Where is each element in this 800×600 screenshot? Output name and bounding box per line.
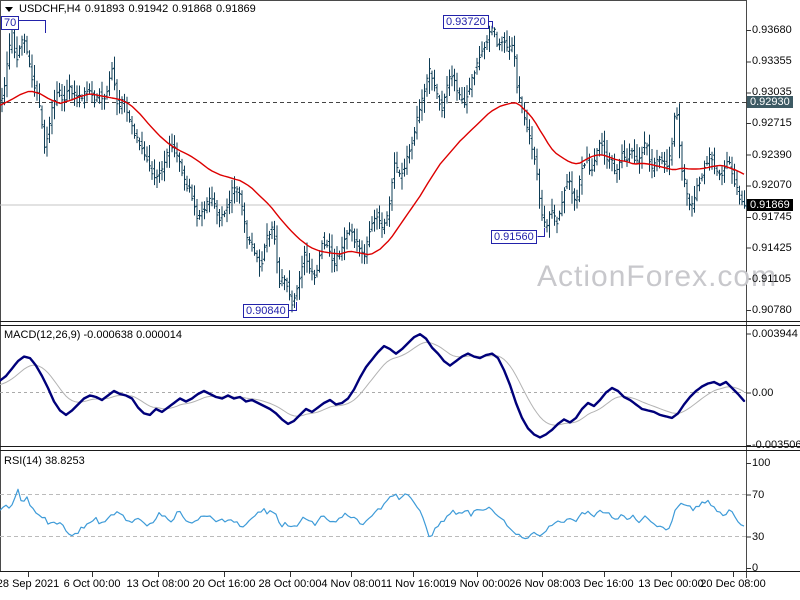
time-axis-label: 11 Nov 16:00 (380, 578, 446, 590)
time-axis-label: 3 Dec 16:00 (574, 578, 634, 590)
price-axis-label: 0.91425 (752, 242, 792, 254)
price-axis-label: 0.92070 (752, 179, 792, 191)
price-axis-label: 0.93680 (752, 24, 792, 36)
time-axis[interactable]: 28 Sep 2021 6 Oct 00:00 13 Oct 08:00 20 Oct… (0, 573, 800, 600)
rsi-value: 38.8253 (44, 455, 85, 467)
ohlc-open: 0.91893 (84, 3, 125, 15)
rsi-axis-label: 100 (752, 457, 771, 469)
price-callout-topleft: 70 (1, 16, 20, 30)
time-axis-label: 4 Nov 08:00 (321, 578, 381, 590)
macd-values: -0.000638 0.000014 (83, 329, 182, 341)
price-axis-label: 0.91745 (752, 211, 792, 223)
rsi-axis-label: 30 (752, 531, 765, 543)
time-axis-label: 13 Oct 08:00 (126, 578, 190, 590)
ohlc-close: 0.91869 (216, 3, 256, 15)
price-axis-label: 0.92930 (747, 96, 793, 108)
price-callout-high: 0.93720 (443, 15, 489, 29)
price-axis[interactable]: 0.93680 0.93355 0.93035 0.92930 0.92715 0.923… (747, 0, 800, 574)
price-callout-support: 0.91560 (491, 230, 537, 244)
ohlc-high: 0.91942 (128, 3, 169, 15)
price-axis-label: 0.93355 (752, 55, 792, 67)
time-axis-label: 28 Sep 2021 (0, 578, 60, 590)
rsi-axis-label: 70 (752, 489, 765, 501)
macd-axis-label: 0.00 (752, 387, 774, 399)
watermark: ActionForex.com (537, 260, 778, 293)
macd-axis-label: 0.003944 (752, 328, 798, 340)
price-axis-label: 0.91105 (752, 273, 791, 285)
time-axis-label: 26 Nov 08:00 (509, 578, 575, 590)
price-axis-label: 0.90780 (752, 304, 792, 316)
macd-name: MACD(12,26,9) (4, 329, 81, 341)
symbol-dropdown-icon[interactable] (5, 6, 13, 12)
time-axis-label: 6 Oct 00:00 (63, 578, 121, 590)
time-axis-label: 13 Dec 00:00 (638, 578, 704, 590)
time-axis-label: 20 Dec 08:00 (700, 578, 766, 590)
chart-canvas[interactable] (0, 0, 800, 600)
ohlc-low: 0.91868 (172, 3, 213, 15)
rsi-indicator-label: RSI(14) 38.8253 (4, 455, 85, 467)
chart-header: USDCHF,H4 0.91893 0.91942 0.91868 0.9186… (5, 3, 256, 15)
macd-axis-label: -0.003506 (752, 439, 800, 451)
time-axis-label: 28 Oct 00:00 (258, 578, 322, 590)
time-axis-label: 20 Oct 16:00 (192, 578, 256, 590)
price-axis-label: 0.92390 (752, 149, 792, 161)
time-axis-label: 19 Nov 00:00 (444, 578, 510, 590)
price-axis-label: 0.92715 (752, 117, 792, 129)
rsi-name: RSI(14) (4, 455, 42, 467)
symbol-label: USDCHF,H4 (19, 3, 81, 15)
price-axis-label: 0.91869 (747, 199, 793, 211)
trading-chart-window: USDCHF,H4 0.91893 0.91942 0.91868 0.9186… (0, 0, 800, 600)
price-callout-low: 0.90840 (243, 304, 289, 318)
macd-indicator-label: MACD(12,26,9) -0.000638 0.000014 (4, 329, 182, 341)
